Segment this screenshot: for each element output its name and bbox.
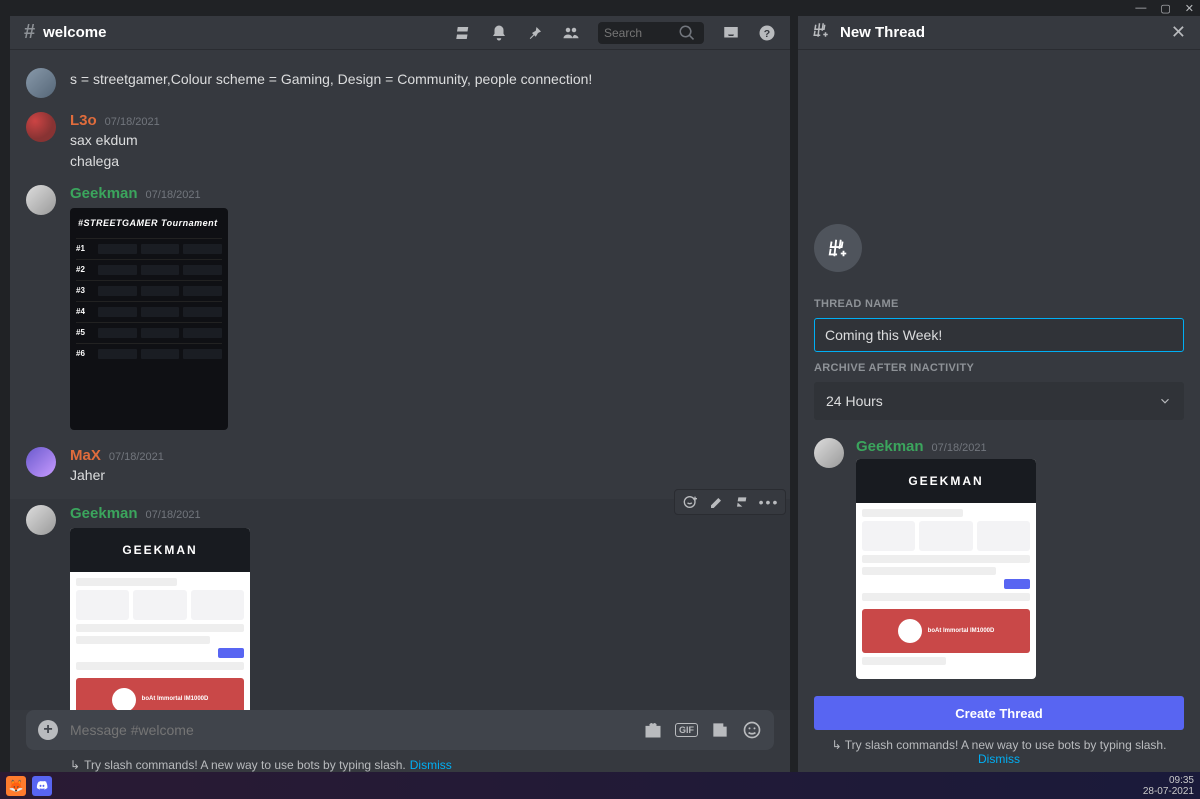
message-text: sax ekdum bbox=[70, 131, 774, 150]
channel-name: welcome bbox=[43, 24, 106, 41]
close-icon[interactable]: ✕ bbox=[1171, 22, 1186, 43]
message-timestamp: 07/18/2021 bbox=[932, 442, 987, 454]
os-taskbar: 🦊 09:35 28-07-2021 bbox=[0, 772, 1200, 799]
window-minimize[interactable]: — bbox=[1135, 2, 1146, 14]
create-thread-icon[interactable] bbox=[735, 494, 751, 510]
thread-panel: New Thread ✕ THREAD NAME ARCHIVE AFTER I… bbox=[790, 16, 1200, 772]
image-attachment[interactable]: GEEKMAN boAt Immortal IM1000D bbox=[70, 528, 250, 710]
image-attachment[interactable]: #STREETGAMER Tournament #1 #2 #3 #4 #5 #… bbox=[70, 208, 228, 430]
svg-text:?: ? bbox=[764, 27, 770, 39]
inbox-icon[interactable] bbox=[722, 24, 740, 42]
message-author[interactable]: L3o bbox=[70, 112, 97, 129]
message-author[interactable]: Geekman bbox=[70, 185, 138, 202]
message-timestamp: 07/18/2021 bbox=[146, 509, 201, 521]
avatar[interactable] bbox=[26, 505, 56, 535]
firefox-taskbar-icon[interactable]: 🦊 bbox=[6, 776, 26, 796]
channel-header: # welcome ? bbox=[10, 16, 790, 50]
discord-taskbar-icon[interactable] bbox=[32, 776, 52, 796]
image-attachment[interactable]: GEEKMAN boAt Immortal IM1000D bbox=[856, 459, 1036, 679]
attach-icon[interactable]: + bbox=[38, 720, 58, 740]
message-composer[interactable]: + GIF bbox=[26, 710, 774, 750]
dismiss-link[interactable]: Dismiss bbox=[410, 758, 452, 772]
message: Geekman 07/18/2021 #STREETGAMER Tourname… bbox=[26, 185, 774, 433]
gift-icon[interactable] bbox=[643, 720, 663, 740]
chat-column: # welcome ? s = streetgamer,Colou bbox=[0, 16, 790, 772]
slash-tip: ↳ Try slash commands! A new way to use b… bbox=[10, 758, 790, 772]
search-icon bbox=[678, 24, 696, 42]
system-clock[interactable]: 09:35 28-07-2021 bbox=[1143, 775, 1194, 797]
archive-label: ARCHIVE AFTER INACTIVITY bbox=[814, 362, 1184, 374]
message-text: Jaher bbox=[70, 466, 774, 485]
message: ••• Geekman 07/18/2021 GEEKMAN bbox=[10, 499, 790, 710]
pinned-icon[interactable] bbox=[526, 24, 544, 42]
thread-name-label: THREAD NAME bbox=[814, 298, 1184, 310]
message-timestamp: 07/18/2021 bbox=[105, 116, 160, 128]
avatar[interactable] bbox=[26, 185, 56, 215]
more-icon[interactable]: ••• bbox=[761, 494, 777, 510]
thread-name-input[interactable] bbox=[814, 318, 1184, 352]
thread-starter-preview: Geekman 07/18/2021 GEEKMAN bbox=[814, 438, 1184, 682]
help-icon[interactable]: ? bbox=[758, 24, 776, 42]
gif-icon[interactable]: GIF bbox=[675, 723, 698, 737]
window-close[interactable]: ✕ bbox=[1185, 2, 1194, 15]
message-actions: ••• bbox=[674, 489, 786, 515]
slash-tip: ↳ Try slash commands! A new way to use b… bbox=[814, 734, 1184, 772]
edit-icon[interactable] bbox=[709, 494, 725, 510]
thread-placeholder-icon bbox=[814, 224, 862, 272]
thread-hash-icon bbox=[812, 21, 830, 44]
message-timestamp: 07/18/2021 bbox=[146, 189, 201, 201]
notifications-icon[interactable] bbox=[490, 24, 508, 42]
message-text: s = streetgamer,Colour scheme = Gaming, … bbox=[70, 70, 774, 89]
avatar[interactable] bbox=[26, 112, 56, 142]
create-thread-button[interactable]: Create Thread bbox=[814, 696, 1184, 730]
message-timestamp: 07/18/2021 bbox=[109, 451, 164, 463]
message-text: chalega bbox=[70, 152, 774, 171]
avatar[interactable] bbox=[814, 438, 844, 468]
message-list: s = streetgamer,Colour scheme = Gaming, … bbox=[10, 50, 790, 710]
avatar[interactable] bbox=[26, 447, 56, 477]
message-input[interactable] bbox=[70, 722, 631, 738]
dismiss-link[interactable]: Dismiss bbox=[978, 752, 1020, 766]
add-reaction-icon[interactable] bbox=[683, 494, 699, 510]
archive-value: 24 Hours bbox=[826, 393, 883, 409]
avatar[interactable] bbox=[26, 68, 56, 98]
search-input[interactable] bbox=[604, 26, 678, 40]
message-author[interactable]: MaX bbox=[70, 447, 101, 464]
threads-icon[interactable] bbox=[454, 24, 472, 42]
members-icon[interactable] bbox=[562, 24, 580, 42]
message-author[interactable]: Geekman bbox=[856, 438, 924, 455]
hash-icon: # bbox=[24, 21, 35, 44]
message: L3o 07/18/2021 sax ekdum chalega bbox=[26, 112, 774, 171]
search-box[interactable] bbox=[598, 22, 704, 44]
emoji-icon[interactable] bbox=[742, 720, 762, 740]
message-author[interactable]: Geekman bbox=[70, 505, 138, 522]
sticker-icon[interactable] bbox=[710, 720, 730, 740]
attachment-title: #STREETGAMER Tournament bbox=[78, 218, 220, 228]
thread-title: New Thread bbox=[840, 24, 925, 41]
message: MaX 07/18/2021 Jaher bbox=[26, 447, 774, 485]
window-titlebar: — ▢ ✕ bbox=[0, 0, 1200, 16]
message: s = streetgamer,Colour scheme = Gaming, … bbox=[26, 68, 774, 98]
archive-select[interactable]: 24 Hours bbox=[814, 382, 1184, 420]
attachment-logo: GEEKMAN bbox=[122, 543, 197, 557]
window-maximize[interactable]: ▢ bbox=[1160, 2, 1170, 15]
thread-header: New Thread ✕ bbox=[798, 16, 1200, 50]
chevron-down-icon bbox=[1158, 394, 1172, 408]
